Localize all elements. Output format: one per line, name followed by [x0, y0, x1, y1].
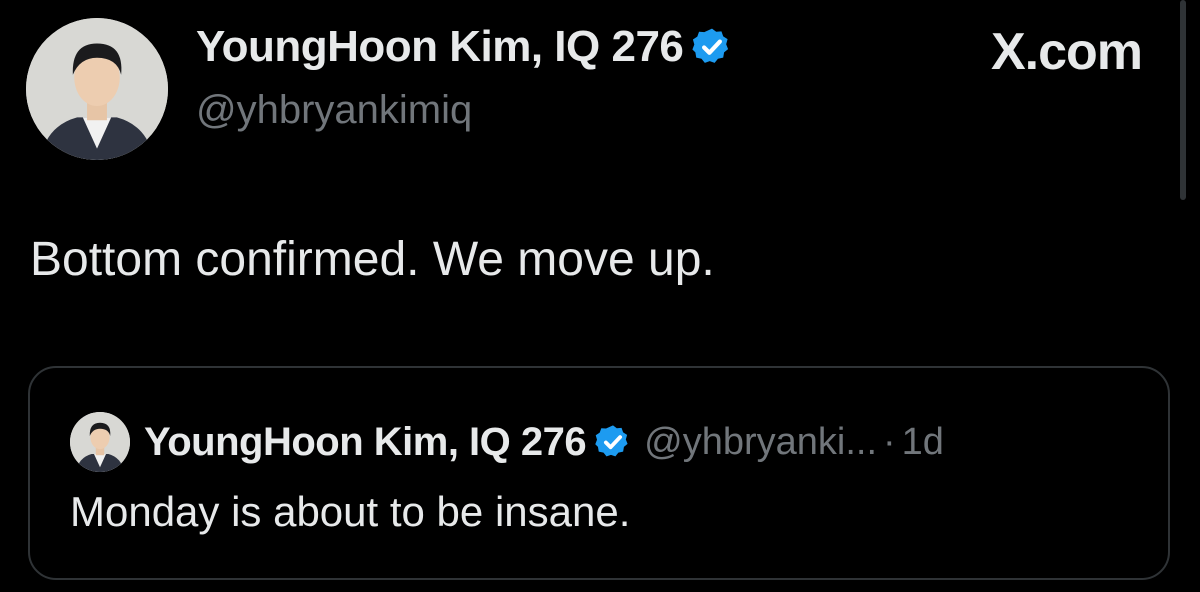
quoted-author-handle[interactable]: @yhbryanki...: [644, 421, 877, 464]
quoted-author-avatar[interactable]: [70, 412, 130, 472]
quoted-tweet-header: YoungHoon Kim, IQ 276 @yhbryanki... · 1d: [70, 412, 944, 472]
avatar-image: [26, 18, 168, 160]
author-name-text: YoungHoon Kim, IQ 276: [196, 22, 684, 71]
quoted-timestamp[interactable]: 1d: [902, 421, 944, 464]
author-handle[interactable]: @yhbryankimiq: [196, 88, 472, 133]
tweet-text: Bottom confirmed. We move up.: [30, 233, 715, 286]
quoted-verified-badge-icon: [594, 423, 632, 461]
verified-badge-icon: [691, 26, 733, 68]
quoted-separator-dot: ·: [883, 420, 896, 463]
author-avatar[interactable]: [26, 18, 168, 160]
quoted-author-name[interactable]: YoungHoon Kim, IQ 276: [144, 420, 587, 465]
author-name[interactable]: YoungHoon Kim, IQ 276: [196, 22, 733, 72]
x-logo-text: X.com: [990, 23, 1143, 81]
quoted-tweet-card[interactable]: YoungHoon Kim, IQ 276 @yhbryanki... · 1d…: [28, 366, 1170, 580]
quoted-tweet-text: Monday is about to be insane.: [70, 488, 631, 535]
quoted-avatar-image: [70, 412, 130, 472]
scrollbar[interactable]: [1180, 0, 1186, 200]
